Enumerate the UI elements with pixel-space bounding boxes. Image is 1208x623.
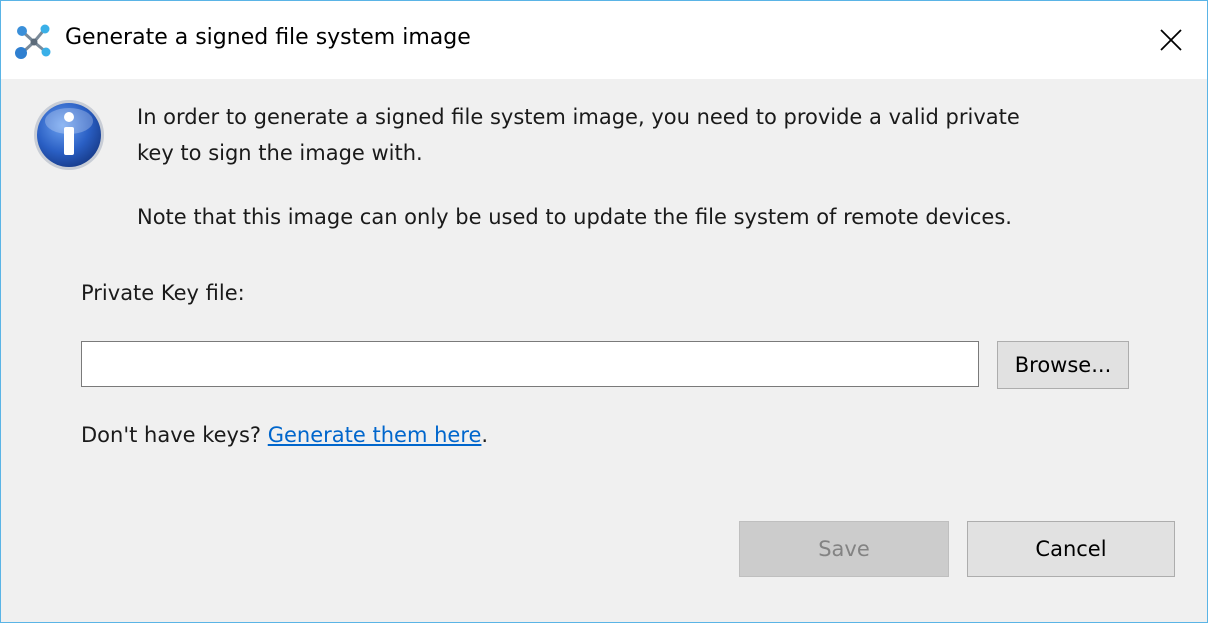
cancel-button[interactable]: Cancel — [967, 521, 1175, 577]
message-line-1: In order to generate a signed file syste… — [137, 105, 1020, 129]
note-text: Note that this image can only be used to… — [137, 205, 1012, 229]
private-key-label: Private Key file: — [81, 281, 245, 305]
close-icon — [1160, 29, 1182, 51]
generate-keys-line: Don't have keys? Generate them here. — [81, 423, 488, 447]
message-line-2: key to sign the image with. — [137, 141, 423, 165]
save-button[interactable]: Save — [739, 521, 949, 577]
generate-keys-link[interactable]: Generate them here — [268, 423, 482, 447]
close-button[interactable] — [1135, 1, 1207, 79]
browse-button[interactable]: Browse... — [997, 341, 1129, 389]
app-icon — [13, 21, 53, 61]
keys-suffix: . — [481, 423, 489, 447]
info-message: In order to generate a signed file syste… — [137, 99, 1020, 171]
info-icon — [31, 97, 107, 173]
keys-prompt: Don't have keys? — [81, 423, 268, 447]
title-bar[interactable]: Generate a signed file system image — [1, 1, 1207, 79]
dialog-title: Generate a signed file system image — [65, 25, 471, 50]
private-key-input[interactable] — [81, 341, 979, 387]
dialog-window: Generate a signed file system image In o… — [0, 0, 1208, 623]
